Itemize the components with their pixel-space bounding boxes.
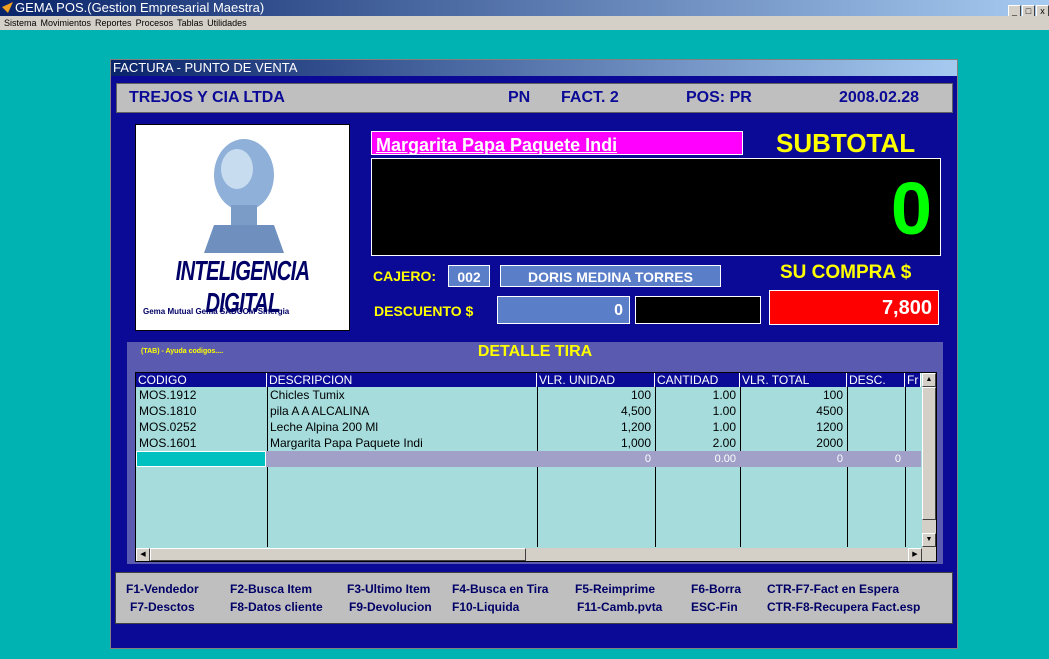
vertical-scrollbar[interactable]: ▲ ▼ — [922, 373, 936, 561]
key-ctr-f7[interactable]: CTR-F7-Fact en Espera — [767, 582, 899, 596]
entry-desc: 0 — [894, 453, 901, 465]
entry-vlr-unidad: 0 — [644, 453, 651, 465]
discount-field[interactable]: 0 — [497, 296, 630, 324]
cell-cantidad: 1.00 — [712, 420, 736, 434]
entry-code-input[interactable] — [136, 451, 266, 467]
table-row[interactable]: MOS.1912 Chicles Tumix 100 1.00 100 — [136, 387, 921, 403]
col-header-descripcion[interactable]: DESCRIPCION — [267, 373, 537, 387]
cell-codigo: MOS.1601 — [139, 436, 197, 450]
partner-logos: Gema Mutual Gema SADCOM Sinergia — [143, 307, 290, 316]
menu-sistema[interactable]: Sistema — [4, 18, 37, 28]
scroll-right-icon[interactable]: ▶ — [908, 548, 922, 561]
subtotal-value: 0 — [890, 167, 932, 250]
cell-vlr-total: 2000 — [816, 436, 843, 450]
cell-vlr-total: 4500 — [816, 404, 843, 418]
function-keys-bar: F1-Vendedor F2-Busca Item F3-Ultimo Item… — [115, 572, 953, 624]
pn-label: PN — [508, 89, 531, 106]
entry-vlr-total: 0 — [836, 453, 843, 465]
key-f4[interactable]: F4-Busca en Tira — [452, 582, 548, 596]
detail-panel: (TAB) - Ayuda codigos.... DETALLE TIRA C… — [127, 342, 943, 564]
company-name: TREJOS Y CIA LTDA — [129, 89, 285, 106]
digital-head-icon — [204, 139, 284, 253]
cell-vlr-total: 1200 — [816, 420, 843, 434]
horizontal-scroll-thumb[interactable] — [150, 548, 526, 561]
cashier-name-field: DORIS MEDINA TORRES — [500, 265, 721, 287]
app-title: GEMA POS.(Gestion Empresarial Maestra) — [15, 0, 265, 15]
customer-name-field[interactable]: Margarita Papa Paquete Indi — [371, 131, 743, 155]
menu-movimientos[interactable]: Movimientos — [41, 18, 92, 28]
table-row[interactable]: MOS.1810 pila A A ALCALINA 4,500 1.00 45… — [136, 403, 921, 419]
discount-label: DESCUENTO $ — [374, 303, 474, 319]
subtotal-display: 0 — [371, 158, 941, 256]
cell-cantidad: 1.00 — [712, 404, 736, 418]
key-f3[interactable]: F3-Ultimo Item — [347, 582, 430, 596]
cell-cantidad: 2.00 — [712, 436, 736, 450]
key-f9[interactable]: F9-Devolucion — [349, 600, 432, 614]
table-row[interactable]: MOS.0252 Leche Alpina 200 Ml 1,200 1.00 … — [136, 419, 921, 435]
invoice-number: FACT. 2 — [561, 89, 619, 106]
key-f8[interactable]: F8-Datos cliente — [230, 600, 323, 614]
cell-vlr-unidad: 100 — [630, 388, 651, 402]
cashier-label: CAJERO: — [373, 268, 437, 284]
key-f6[interactable]: F6-Borra — [691, 582, 741, 596]
cell-descripcion: Leche Alpina 200 Ml — [270, 420, 379, 434]
entry-cantidad: 0.00 — [714, 453, 736, 465]
key-f11[interactable]: F11-Camb.pvta — [577, 600, 662, 614]
invoice-header: TREJOS Y CIA LTDA PN FACT. 2 POS: PR 200… — [116, 83, 953, 113]
table-row[interactable]: MOS.1601 Margarita Papa Paquete Indi 1,0… — [136, 435, 921, 451]
scroll-down-icon[interactable]: ▼ — [922, 533, 936, 547]
scroll-up-icon[interactable]: ▲ — [922, 373, 936, 387]
cell-codigo: MOS.1810 — [139, 404, 197, 418]
cell-cantidad: 1.00 — [712, 388, 736, 402]
cell-vlr-unidad: 1,000 — [620, 436, 651, 450]
col-header-cantidad[interactable]: CANTIDAD — [655, 373, 740, 387]
col-header-fr[interactable]: Fr — [905, 373, 921, 387]
key-ctr-f8[interactable]: CTR-F8-Recupera Fact.esp — [767, 600, 920, 614]
cell-vlr-unidad: 4,500 — [620, 404, 651, 418]
key-f5[interactable]: F5-Reimprime — [575, 582, 655, 596]
cell-descripcion: pila A A ALCALINA — [270, 404, 370, 418]
menu-reportes[interactable]: Reportes — [95, 18, 132, 28]
cell-descripcion: Margarita Papa Paquete Indi — [270, 436, 423, 450]
key-esc[interactable]: ESC-Fin — [691, 600, 738, 614]
brand-logo: INTELIGENCIA DIGITAL Gema Mutual Gema SA… — [135, 124, 350, 331]
cashier-code-field[interactable]: 002 — [448, 265, 490, 287]
detail-title: DETALLE TIRA — [477, 343, 593, 360]
col-header-vlr-unidad[interactable]: VLR. UNIDAD — [537, 373, 655, 387]
purchase-label: SU COMPRA $ — [780, 262, 912, 283]
vertical-scroll-thumb[interactable] — [922, 387, 936, 520]
col-header-desc[interactable]: DESC. — [847, 373, 905, 387]
key-f10[interactable]: F10-Liquida — [452, 600, 519, 614]
menu-bar: Sistema Movimientos Reportes Procesos Tablas… — [0, 16, 1049, 30]
discount-extra-field[interactable] — [635, 296, 761, 324]
invoice-window: FACTURA - PUNTO DE VENTA TREJOS Y CIA LT… — [110, 59, 958, 649]
cell-codigo: MOS.1912 — [139, 388, 197, 402]
key-f2[interactable]: F2-Busca Item — [230, 582, 312, 596]
scroll-left-icon[interactable]: ◀ — [136, 548, 150, 561]
cell-descripcion: Chicles Tumix — [270, 388, 345, 402]
col-header-vlr-total[interactable]: VLR. TOTAL — [740, 373, 847, 387]
invoice-date: 2008.02.28 — [839, 89, 920, 106]
col-header-codigo[interactable]: CODIGO — [136, 373, 267, 387]
key-f7[interactable]: F7-Desctos — [130, 600, 195, 614]
cell-vlr-unidad: 1,200 — [620, 420, 651, 434]
cell-codigo: MOS.0252 — [139, 420, 197, 434]
app-title-bar: GEMA POS.(Gestion Empresarial Maestra) _… — [0, 0, 1049, 18]
cell-vlr-total: 100 — [822, 388, 843, 402]
window-title: FACTURA - PUNTO DE VENTA — [111, 60, 957, 76]
menu-procesos[interactable]: Procesos — [136, 18, 174, 28]
detail-grid[interactable]: CODIGO DESCRIPCION VLR. UNIDAD CANTIDAD … — [135, 372, 937, 562]
pos-label: POS: PR — [686, 89, 752, 106]
menu-tablas[interactable]: Tablas — [177, 18, 203, 28]
menu-utilidades[interactable]: Utilidades — [207, 18, 247, 28]
key-f1[interactable]: F1-Vendedor — [126, 582, 199, 596]
app-logo-icon — [2, 2, 13, 13]
subtotal-label: SUBTOTAL — [776, 128, 916, 158]
horizontal-scrollbar[interactable]: ◀ ▶ — [136, 548, 922, 561]
purchase-total: 7,800 — [769, 290, 939, 325]
